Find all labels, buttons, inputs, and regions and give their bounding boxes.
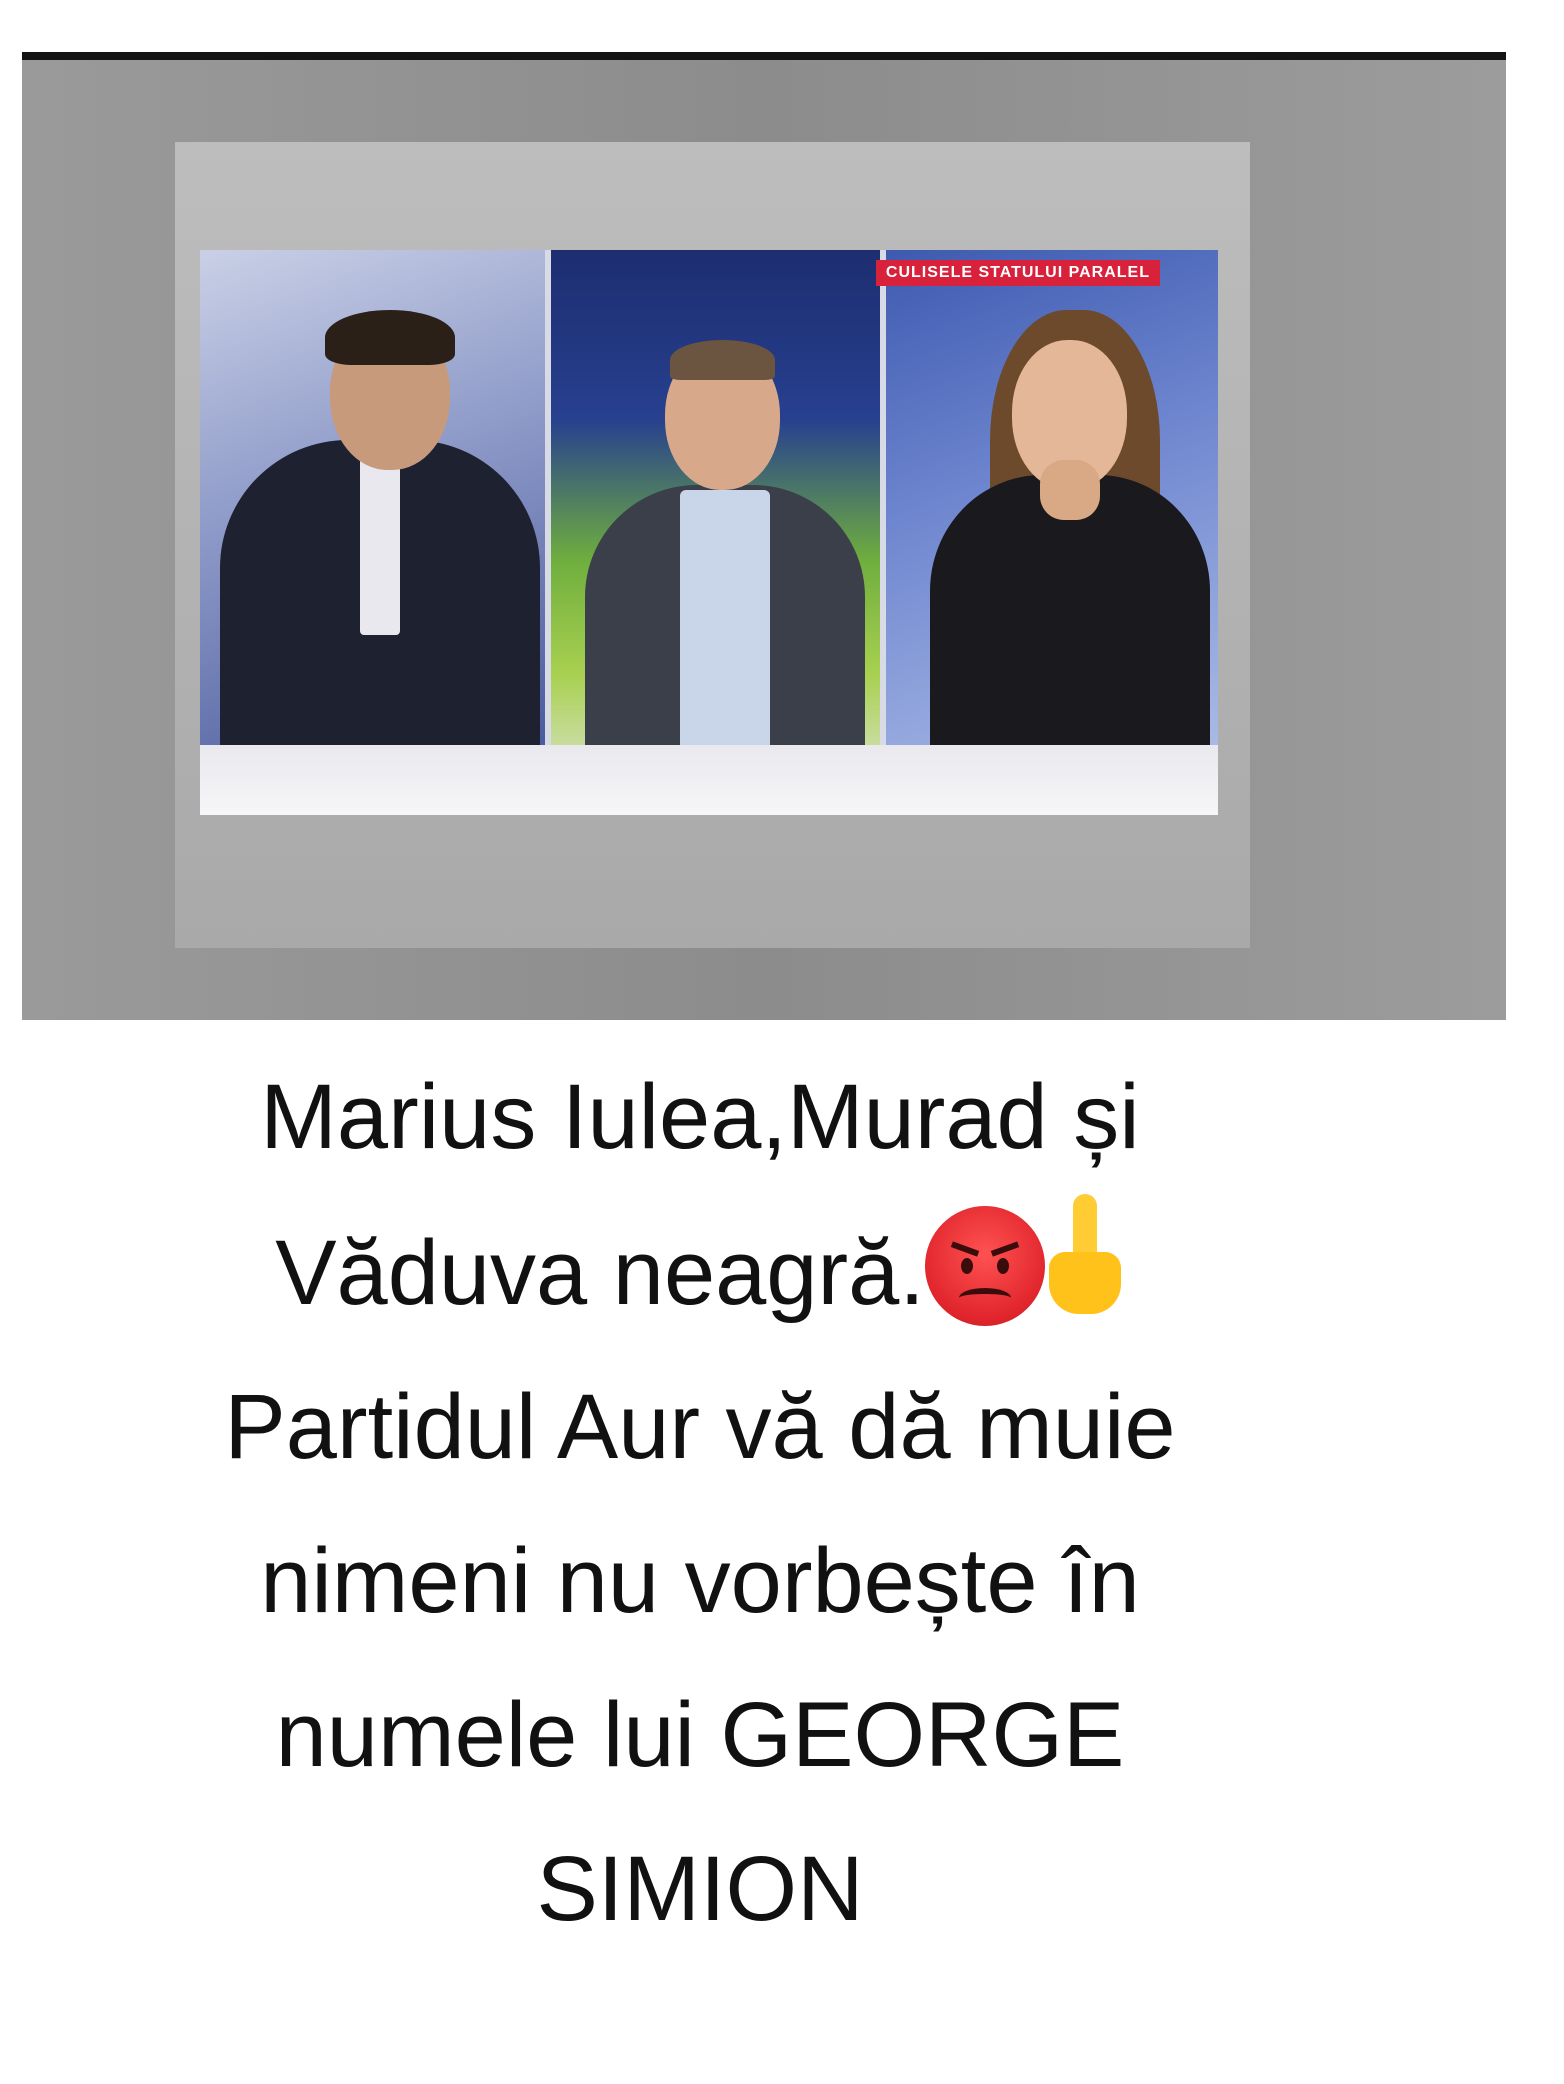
- caption-line-3: Partidul Aur vă dă muie: [224, 1376, 1176, 1478]
- caption-line-2: Văduva neagră.: [40, 1194, 1360, 1350]
- middle-finger-icon: [1045, 1194, 1125, 1324]
- panel-divider: [545, 250, 551, 815]
- caption-line-5: numele lui GEORGE: [275, 1684, 1125, 1786]
- studio-desk: [200, 745, 1218, 815]
- tv-video-still[interactable]: CULISELE STATULUI PARALEL: [200, 250, 1218, 815]
- tv-banner: CULISELE STATULUI PARALEL: [875, 260, 1160, 286]
- angry-face-icon: [924, 1206, 1045, 1326]
- panel-divider: [880, 250, 886, 815]
- caption-text: Marius Iulea,Murad și Văduva neagră. Par…: [40, 1040, 1360, 1966]
- caption-line-6: SIMION: [536, 1838, 864, 1940]
- caption-line-1: Marius Iulea,Murad și: [260, 1066, 1140, 1168]
- caption-line-2-text: Văduva neagră.: [275, 1222, 925, 1324]
- caption-line-4: nimeni nu vorbește în: [260, 1530, 1140, 1632]
